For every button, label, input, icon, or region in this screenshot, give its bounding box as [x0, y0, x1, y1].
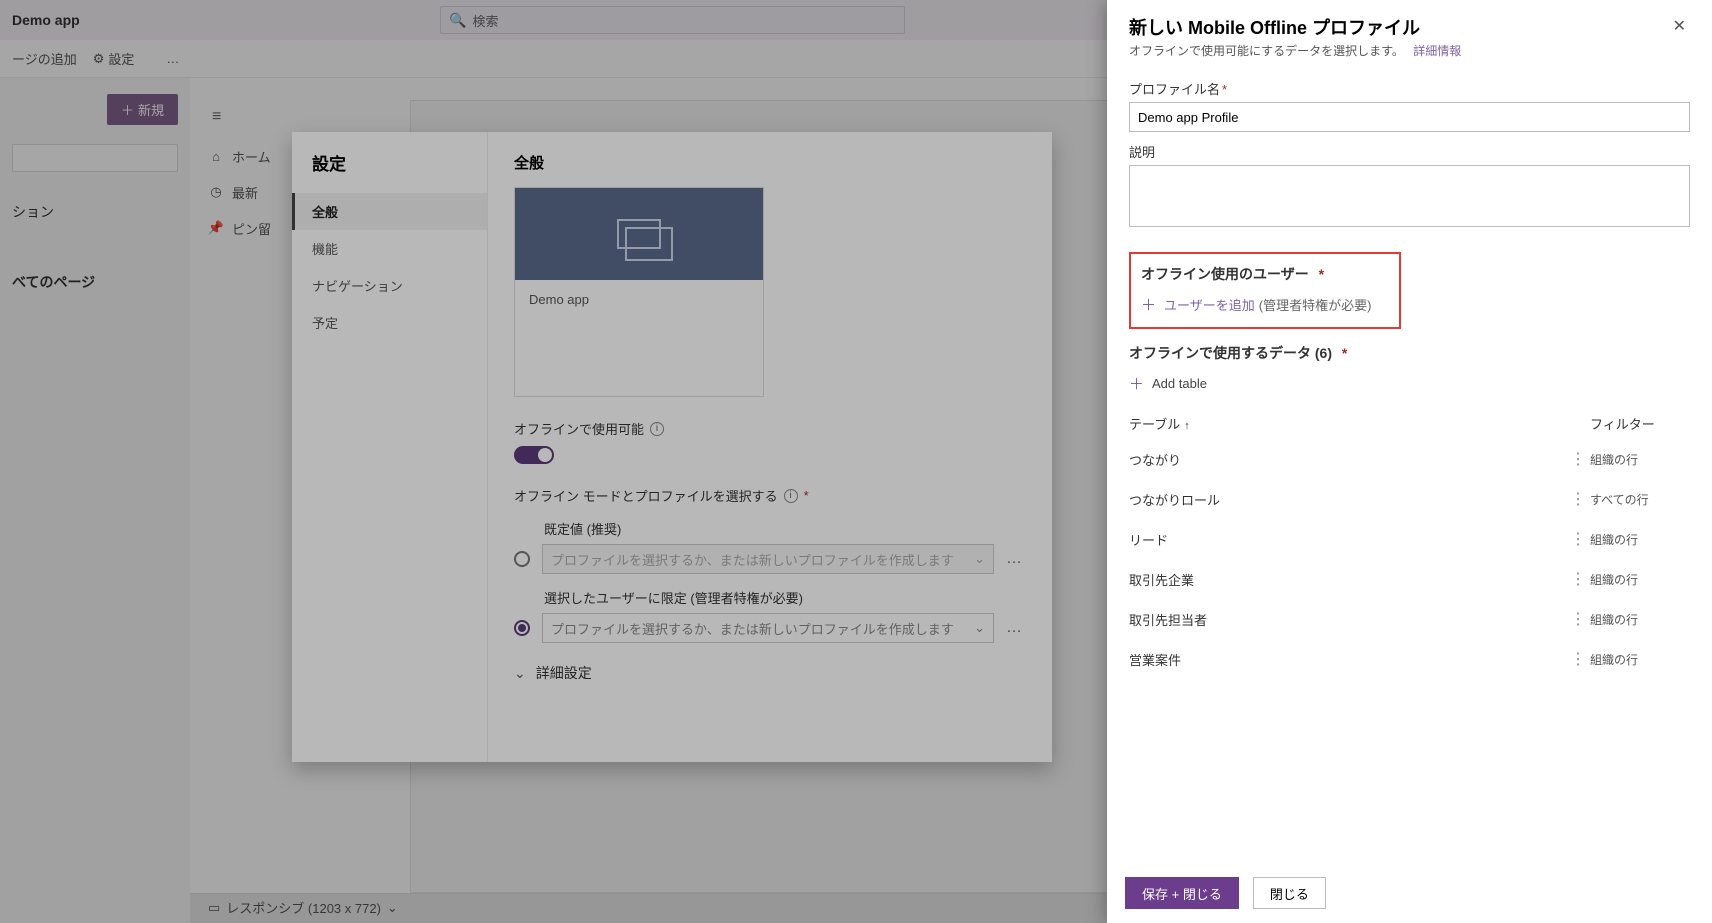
- add-user-hint: (管理者特権が必要): [1259, 295, 1372, 314]
- filter-cell: 組織の行: [1590, 531, 1690, 548]
- description-label: 説明: [1129, 142, 1690, 161]
- table-row: 取引先企業⋮組織の行: [1129, 559, 1690, 599]
- row-more-icon[interactable]: ⋮: [1566, 489, 1590, 509]
- radio2-label: 選択したユーザーに限定 (管理者特権が必要): [544, 588, 1026, 607]
- search-icon: 🔍: [449, 12, 466, 29]
- search-pages-input[interactable]: [12, 144, 178, 172]
- settings-nav-general[interactable]: 全般: [292, 193, 487, 230]
- settings-title: 設定: [292, 150, 487, 193]
- settings-general-header: 全般: [514, 152, 1026, 173]
- left-section-1: ション: [12, 202, 178, 222]
- add-table-button[interactable]: ＋ Add table: [1129, 373, 1690, 394]
- close-button[interactable]: 閉じる: [1253, 877, 1326, 909]
- row-more-icon[interactable]: ⋮: [1566, 529, 1590, 549]
- row-more-icon[interactable]: ⋮: [1566, 649, 1590, 669]
- sidebar-item-home[interactable]: ⌂ホーム: [206, 138, 271, 174]
- chevron-down-icon: ⌄: [514, 665, 526, 682]
- search-input[interactable]: 🔍 検索: [440, 6, 905, 34]
- table-name-cell: 営業案件: [1129, 650, 1566, 669]
- radio-default[interactable]: [514, 551, 530, 567]
- close-icon[interactable]: ✕: [1669, 14, 1690, 38]
- offline-users-title: オフライン使用のユーザー: [1141, 266, 1309, 282]
- hamburger-icon[interactable]: ≡: [212, 108, 221, 126]
- settings-nav-upcoming[interactable]: 予定: [292, 304, 487, 341]
- required-mark: *: [1222, 82, 1227, 97]
- chevron-down-icon: ⌄: [974, 551, 985, 567]
- plus-icon: ＋: [121, 100, 134, 119]
- chevron-down-icon: ⌄: [974, 620, 985, 636]
- pin-icon: 📌: [206, 220, 226, 236]
- plus-icon: ＋: [1129, 373, 1144, 394]
- offline-mode-label: オフライン モードとプロファイルを選択する: [514, 486, 778, 505]
- app-tile-name: Demo app: [515, 280, 763, 396]
- responsive-indicator[interactable]: ▭ レスポンシブ (1203 x 772) ⌄: [208, 898, 398, 917]
- profile-select-users[interactable]: プロファイルを選択するか、または新しいプロファイルを作成します⌄: [542, 613, 994, 643]
- radio1-label: 既定値 (推奨): [544, 519, 1026, 538]
- panel-title: 新しい Mobile Offline プロファイル: [1129, 14, 1669, 40]
- search-placeholder: 検索: [472, 11, 498, 30]
- filter-cell: 組織の行: [1590, 451, 1690, 468]
- settings-nav-features[interactable]: 機能: [292, 230, 487, 267]
- table-name-cell: 取引先企業: [1129, 570, 1566, 589]
- required-mark: *: [1319, 266, 1324, 282]
- row-more-icon[interactable]: ⋮: [1566, 609, 1590, 629]
- settings-button[interactable]: ⚙設定: [93, 49, 151, 68]
- device-icon: ▭: [208, 900, 220, 916]
- left-section-2: べてのページ: [12, 272, 178, 292]
- settings-nav-navigation[interactable]: ナビゲーション: [292, 267, 487, 304]
- row-more-icon[interactable]: ⋮: [1566, 569, 1590, 589]
- profile-name-label: プロファイル名: [1129, 82, 1220, 97]
- sidebar-item-recent[interactable]: ◷最新: [206, 174, 271, 210]
- col-table-header[interactable]: テーブル↑: [1129, 414, 1590, 433]
- dashboard-icon: [617, 219, 661, 249]
- offline-data-title: オフラインで使用するデータ: [1129, 345, 1311, 361]
- info-icon[interactable]: i: [784, 489, 798, 503]
- save-and-close-button[interactable]: 保存 + 閉じる: [1125, 877, 1239, 909]
- col-filter-header[interactable]: フィルター: [1590, 414, 1690, 433]
- app-title: Demo app: [12, 12, 80, 28]
- learn-more-link[interactable]: 詳細情報: [1413, 44, 1461, 58]
- row-more-icon[interactable]: ⋮: [1566, 449, 1590, 469]
- radio-selected-users[interactable]: [514, 620, 530, 636]
- clock-icon: ◷: [206, 184, 226, 200]
- table-name-cell: リード: [1129, 530, 1566, 549]
- more-icon[interactable]: …: [1002, 619, 1026, 637]
- profile-name-input[interactable]: [1129, 102, 1690, 132]
- offline-profile-panel: 新しい Mobile Offline プロファイル ✕ オフラインで使用可能にす…: [1107, 0, 1712, 923]
- offline-enable-label: オフラインで使用可能: [514, 419, 644, 438]
- filter-cell: 組織の行: [1590, 611, 1690, 628]
- required-mark: *: [1342, 345, 1347, 361]
- table-row: つながりロール⋮すべての行: [1129, 479, 1690, 519]
- table-name-cell: つながり: [1129, 450, 1566, 469]
- add-page-button[interactable]: ージの追加: [12, 49, 77, 68]
- more-icon[interactable]: …: [1002, 550, 1026, 568]
- more-button[interactable]: …: [166, 51, 179, 66]
- table-name-cell: 取引先担当者: [1129, 610, 1566, 629]
- filter-cell: 組織の行: [1590, 571, 1690, 588]
- table-row: 取引先担当者⋮組織の行: [1129, 599, 1690, 639]
- filter-cell: 組織の行: [1590, 651, 1690, 668]
- info-icon[interactable]: i: [650, 422, 664, 436]
- sidebar-item-pinned[interactable]: 📌ピン留: [206, 210, 271, 246]
- home-icon: ⌂: [206, 149, 226, 164]
- plus-icon: ＋: [1141, 294, 1156, 315]
- table-name-cell: つながりロール: [1129, 490, 1566, 509]
- new-button[interactable]: ＋新規: [107, 94, 178, 125]
- offline-data-count: (6): [1315, 345, 1332, 361]
- sort-asc-icon: ↑: [1184, 420, 1190, 432]
- panel-subtitle: オフラインで使用可能にするデータを選択します。: [1129, 44, 1404, 58]
- description-input[interactable]: [1129, 165, 1690, 227]
- required-mark: *: [804, 488, 809, 503]
- profile-select-default[interactable]: プロファイルを選択するか、または新しいプロファイルを作成します⌄: [542, 544, 994, 574]
- table-row: 営業案件⋮組織の行: [1129, 639, 1690, 679]
- chevron-down-icon: ⌄: [387, 900, 398, 916]
- offline-enable-toggle[interactable]: [514, 446, 554, 464]
- advanced-settings-toggle[interactable]: ⌄ 詳細設定: [514, 663, 1026, 683]
- table-row: つながり⋮組織の行: [1129, 439, 1690, 479]
- table-row: リード⋮組織の行: [1129, 519, 1690, 559]
- filter-cell: すべての行: [1590, 491, 1690, 508]
- add-user-button[interactable]: ＋ ユーザーを追加 (管理者特権が必要): [1141, 294, 1389, 315]
- gear-icon: ⚙: [93, 51, 105, 67]
- app-tile[interactable]: Demo app: [514, 187, 764, 397]
